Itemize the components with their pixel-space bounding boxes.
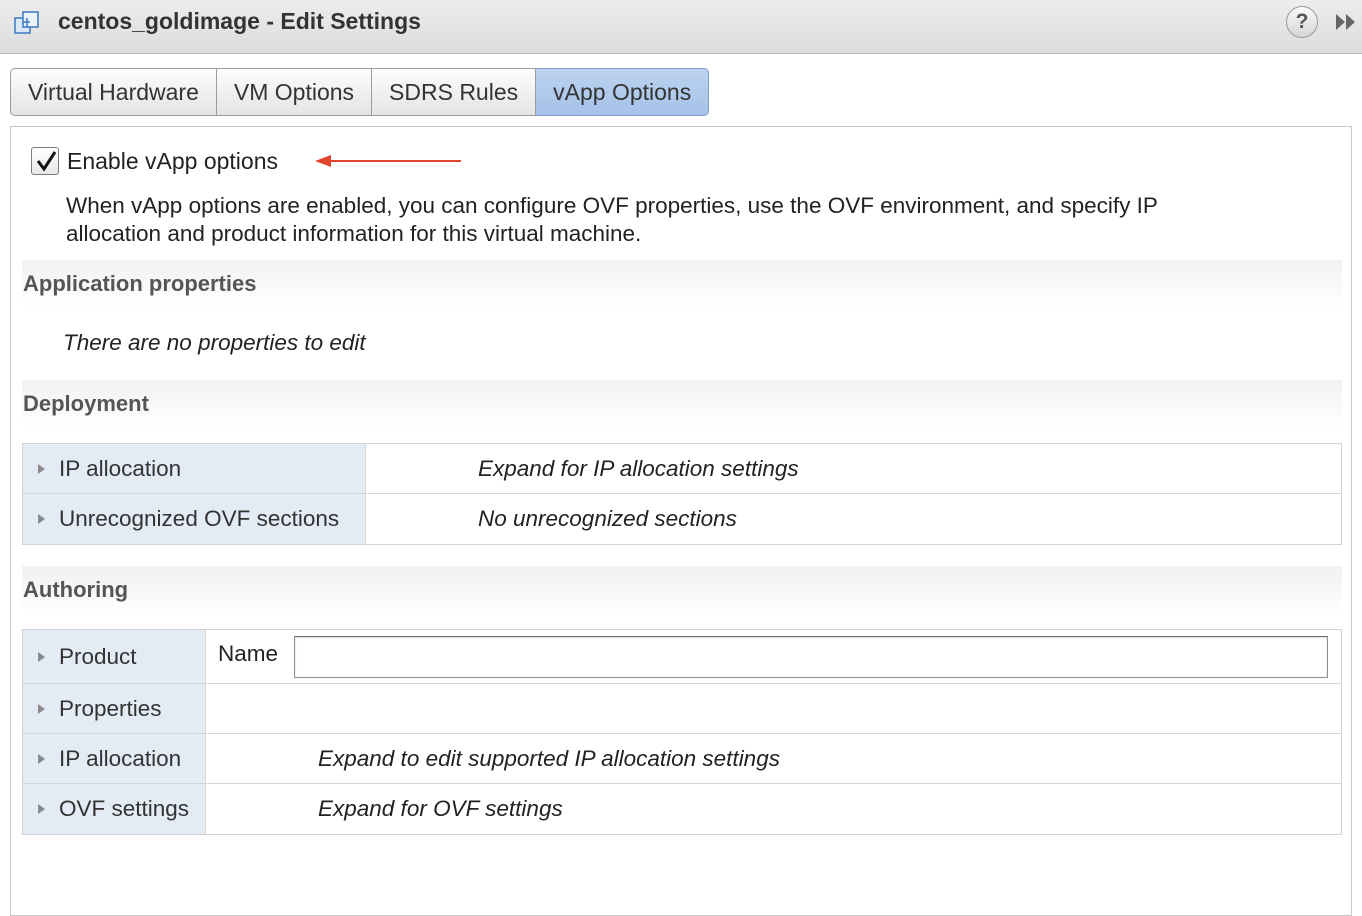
expand-arrow-icon[interactable]	[38, 703, 45, 714]
enable-vapp-label[interactable]: Enable vApp options	[67, 148, 278, 175]
authoring-row-product[interactable]: Product Name	[23, 630, 1341, 684]
deployment-heading: Deployment	[22, 380, 1342, 428]
deployment-grid: IP allocation Expand for IP allocation s…	[22, 443, 1342, 545]
row-label: OVF settings	[59, 796, 190, 821]
authoring-grid: Product Name Properties IP allocation Ex…	[22, 629, 1342, 835]
product-name-label: Name	[218, 640, 279, 666]
enable-vapp-checkbox[interactable]	[31, 147, 59, 175]
enable-vapp-row: Enable vApp options	[31, 146, 278, 176]
row-value: No unrecognized sections	[478, 506, 737, 531]
authoring-heading: Authoring	[22, 566, 1342, 614]
row-label: Properties	[59, 695, 162, 721]
annotation-arrow-icon	[315, 155, 461, 167]
row-label: IP allocation	[59, 455, 182, 481]
title-bar: centos_goldimage - Edit Settings ?	[0, 0, 1362, 54]
expand-arrow-icon[interactable]	[38, 753, 45, 764]
product-name-input[interactable]	[294, 635, 1329, 678]
help-icon[interactable]: ?	[1286, 6, 1318, 38]
vm-icon	[14, 10, 40, 36]
vapp-description: When vApp options are enabled, you can c…	[66, 193, 1158, 246]
row-value	[206, 684, 1341, 733]
tab-vapp-options[interactable]: vApp Options	[536, 68, 710, 116]
tab-sdrs-rules[interactable]: SDRS Rules	[372, 68, 537, 116]
deployment-row-ip-allocation[interactable]: IP allocation Expand for IP allocation s…	[23, 444, 1341, 494]
no-properties-message: There are no properties to edit	[63, 330, 366, 355]
expand-arrow-icon[interactable]	[38, 651, 45, 662]
application-properties-heading: Application properties	[22, 260, 1342, 308]
row-label: Unrecognized OVF sections	[59, 506, 340, 531]
row-label: IP allocation	[59, 745, 182, 771]
expand-arrow-icon[interactable]	[38, 514, 45, 524]
row-value: Expand for OVF settings	[318, 796, 563, 821]
tab-vm-options[interactable]: VM Options	[216, 68, 373, 116]
row-value: Expand to edit supported IP allocation s…	[318, 745, 780, 771]
row-value: Expand for IP allocation settings	[478, 455, 799, 481]
deployment-row-unrecognized-ovf[interactable]: Unrecognized OVF sections No unrecognize…	[23, 494, 1341, 544]
authoring-row-ovf-settings[interactable]: OVF settings Expand for OVF settings	[23, 784, 1341, 834]
authoring-row-properties[interactable]: Properties	[23, 684, 1341, 734]
vapp-options-panel: Enable vApp options When vApp options ar…	[10, 126, 1352, 916]
settings-tabs: Virtual Hardware VM Options SDRS Rules v…	[10, 68, 710, 116]
tab-virtual-hardware[interactable]: Virtual Hardware	[10, 68, 217, 116]
collapse-panel-icon[interactable]	[1334, 12, 1358, 32]
expand-arrow-icon[interactable]	[38, 804, 45, 814]
checkmark-icon	[36, 151, 57, 172]
authoring-row-ip-allocation[interactable]: IP allocation Expand to edit supported I…	[23, 734, 1341, 784]
row-label: Product	[59, 643, 137, 669]
window-title: centos_goldimage - Edit Settings	[58, 8, 421, 34]
expand-arrow-icon[interactable]	[38, 463, 45, 474]
